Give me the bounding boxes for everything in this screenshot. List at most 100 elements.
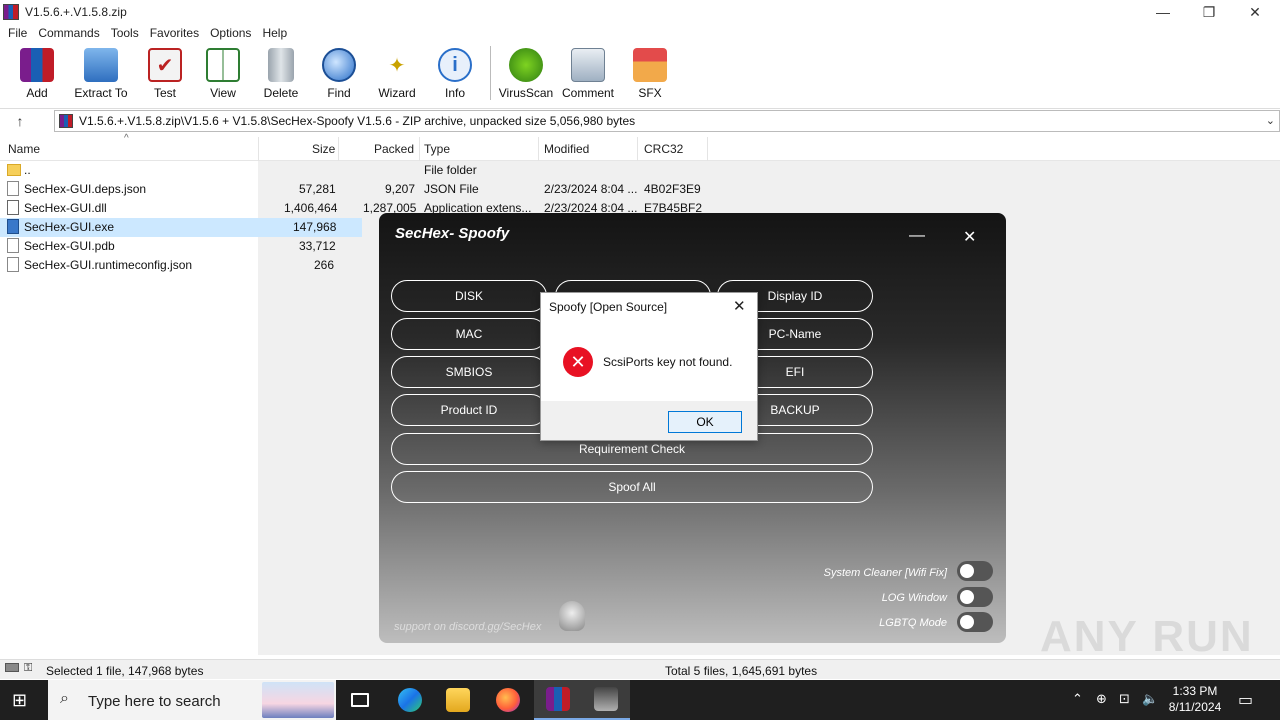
menu-help[interactable]: Help	[262, 26, 287, 40]
sfx-label: SFX	[638, 86, 662, 100]
test-button[interactable]: ✔ Test	[136, 44, 194, 102]
path-field[interactable]: V1.5.6.+.V1.5.8.zip\V1.5.6 + V1.5.8\SecH…	[54, 110, 1280, 132]
minimize-button[interactable]: —	[1140, 0, 1186, 24]
test-clipboard-icon: ✔	[148, 48, 182, 82]
product-id-button[interactable]: Product ID	[391, 394, 547, 426]
find-button[interactable]: Find	[310, 44, 368, 102]
sfx-button[interactable]: SFX	[621, 44, 679, 102]
mac-button[interactable]: MAC	[391, 318, 547, 350]
chevron-up-icon[interactable]: ⌃	[1072, 691, 1083, 707]
firefox-icon[interactable]	[484, 680, 532, 720]
menu-commands[interactable]: Commands	[38, 26, 99, 40]
window-title: V1.5.6.+.V1.5.8.zip	[25, 5, 127, 19]
file-size: 266	[314, 258, 335, 272]
menu-file[interactable]: File	[8, 26, 27, 40]
network-icon[interactable]: ⊡	[1119, 691, 1130, 707]
delete-button[interactable]: Delete	[252, 44, 310, 102]
file-crc: 4B02F3E9	[644, 182, 701, 196]
dialog-footer: OK	[541, 401, 757, 440]
file-name: SecHex-GUI.pdb	[24, 239, 115, 253]
dialog-close-button[interactable]: ✕	[733, 297, 746, 315]
column-divider	[637, 137, 638, 161]
info-button[interactable]: i Info	[426, 44, 484, 102]
system-cleaner-toggle[interactable]	[957, 561, 993, 581]
menu-tools[interactable]: Tools	[111, 26, 139, 40]
file-name: SecHex-GUI.runtimeconfig.json	[24, 258, 193, 272]
windows-start-icon[interactable]: ⊞	[12, 690, 32, 710]
log-window-label: LOG Window	[881, 592, 947, 604]
status-selected: Selected 1 file, 147,968 bytes	[46, 664, 204, 678]
volume-icon[interactable]: 🔈	[1142, 691, 1158, 707]
virusscan-button[interactable]: VirusScan	[497, 44, 555, 102]
lgbtq-mode-toggle[interactable]	[957, 612, 993, 632]
test-label: Test	[153, 86, 176, 100]
extract-to-button[interactable]: Extract To	[66, 44, 136, 102]
add-button[interactable]: Add	[8, 44, 66, 102]
view-button[interactable]: View	[194, 44, 252, 102]
edge-icon[interactable]	[386, 680, 434, 720]
sechex-taskbar-icon[interactable]	[582, 680, 630, 720]
list-item-selected[interactable]: SecHex-GUI.exe 147,968	[0, 218, 362, 237]
sechex-minimize-button[interactable]: —	[909, 227, 925, 245]
file-modified: 2/23/2024 8:04 ...	[544, 182, 638, 196]
title-bar: V1.5.6.+.V1.5.8.zip — ❐ ✕	[0, 0, 1280, 24]
error-dialog: Spoofy [Open Source] ✕ ✕ ScsiPorts key n…	[540, 292, 758, 441]
menu-favorites[interactable]: Favorites	[150, 26, 199, 40]
column-modified[interactable]: Modified	[544, 142, 589, 156]
log-window-toggle[interactable]	[957, 587, 993, 607]
meet-now-icon[interactable]: ⊕	[1096, 691, 1107, 707]
notifications-icon[interactable]: ▭	[1238, 690, 1253, 710]
support-link[interactable]: support on discord.gg/SecHex	[394, 621, 541, 633]
list-item[interactable]: .. File folder	[0, 161, 1280, 180]
menu-options[interactable]: Options	[210, 26, 251, 40]
close-button[interactable]: ✕	[1232, 0, 1278, 24]
file-type: File folder	[424, 163, 477, 177]
column-type[interactable]: Type	[424, 142, 450, 156]
sort-ascending-icon: ^	[124, 133, 129, 144]
magnifier-icon	[322, 48, 356, 82]
task-view-icon[interactable]	[336, 680, 384, 720]
file-icon	[7, 238, 19, 253]
comment-icon	[571, 48, 605, 82]
dialog-message: ScsiPorts key not found.	[603, 355, 733, 369]
winrar-taskbar-icon[interactable]	[534, 680, 582, 720]
disk-button[interactable]: DISK	[391, 280, 547, 312]
clock-time: 1:33 PM	[1172, 684, 1218, 698]
list-item[interactable]: SecHex-GUI.deps.json 57,281 9,207 JSON F…	[0, 180, 1280, 199]
column-crc32[interactable]: CRC32	[644, 142, 683, 156]
sechex-close-button[interactable]: ✕	[963, 227, 976, 247]
restore-button[interactable]: ❐	[1186, 0, 1232, 24]
info-icon: i	[438, 48, 472, 82]
taskbar-search-box[interactable]: ⌕ Type here to search	[48, 680, 336, 720]
file-name: ..	[24, 163, 31, 177]
status-bar: ⚿ Selected 1 file, 147,968 bytes Total 5…	[0, 659, 1280, 679]
taskbar-clock[interactable]: 1:33 PM 8/11/2024	[1164, 683, 1226, 715]
search-highlight-art	[262, 682, 334, 718]
comment-button[interactable]: Comment	[555, 44, 621, 102]
wizard-button[interactable]: ✦ Wizard	[368, 44, 426, 102]
system-cleaner-label: System Cleaner [Wifi Fix]	[823, 567, 947, 579]
delete-label: Delete	[263, 86, 299, 100]
file-name: SecHex-GUI.deps.json	[24, 182, 147, 196]
file-size: 1,406,464	[284, 201, 338, 215]
column-packed[interactable]: Packed	[374, 142, 414, 156]
smbios-button[interactable]: SMBIOS	[391, 356, 547, 388]
view-label: View	[210, 86, 236, 100]
column-divider	[338, 137, 339, 161]
file-explorer-icon[interactable]	[434, 680, 482, 720]
column-divider	[707, 137, 708, 161]
file-name: SecHex-GUI.dll	[24, 201, 107, 215]
up-arrow-icon[interactable]: ↑	[0, 113, 40, 129]
toolbar: Add Extract To ✔ Test View Delete Find ✦…	[0, 44, 1280, 104]
column-name[interactable]: Name	[8, 142, 40, 156]
file-size: 147,968	[293, 220, 337, 234]
dll-icon	[7, 200, 19, 215]
spoof-all-button[interactable]: Spoof All	[391, 471, 873, 503]
clock-date: 8/11/2024	[1168, 700, 1222, 714]
status-total: Total 5 files, 1,645,691 bytes	[665, 664, 818, 678]
ok-button[interactable]: OK	[668, 411, 742, 433]
chevron-down-icon[interactable]: ⌄	[1266, 114, 1275, 127]
sfx-box-icon	[633, 48, 667, 82]
taskbar: ⊞ ⌕ Type here to search ⌃ ⊕ ⊡ 🔈 1:33 PM …	[0, 680, 1280, 720]
column-size[interactable]: Size	[312, 142, 335, 156]
